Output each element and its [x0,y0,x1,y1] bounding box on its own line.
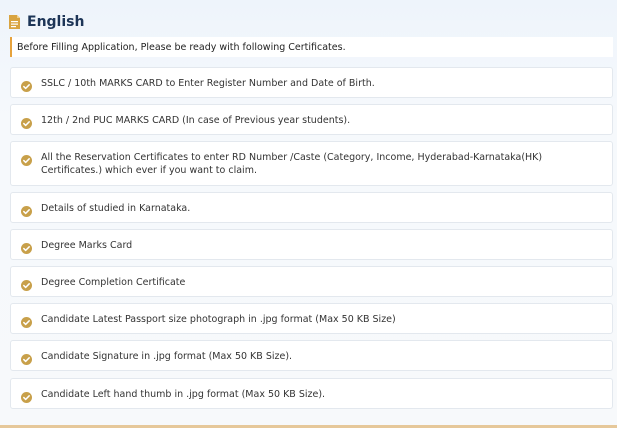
certificate-label: Details of studied in Karnataka. [41,203,191,214]
check-circle-icon [21,202,32,217]
list-item: 12th / 2nd PUC MARKS CARD (In case of Pr… [10,104,613,135]
list-item: SSLC / 10th MARKS CARD to Enter Register… [10,67,613,98]
list-item: Candidate Signature in .jpg format (Max … [10,340,613,371]
certificate-label: Candidate Left hand thumb in .jpg format… [41,389,326,400]
notice-text: Before Filling Application, Please be re… [17,41,346,53]
check-circle-icon [21,313,32,328]
certificate-label: All the Reservation Certificates to ente… [41,152,543,176]
check-circle-icon [21,77,32,92]
list-item: Degree Marks Card [10,229,613,260]
certificate-label: Degree Completion Certificate [41,277,186,288]
language-title: English [27,14,85,30]
check-circle-icon [21,388,32,403]
check-circle-icon [21,276,32,291]
check-circle-icon [21,239,32,254]
list-item: Candidate Left hand thumb in .jpg format… [10,378,613,409]
list-item: Degree Completion Certificate [10,266,613,297]
list-item: All the Reservation Certificates to ente… [10,141,613,186]
certificate-label: Candidate Signature in .jpg format (Max … [41,351,293,362]
check-circle-icon [21,350,32,365]
list-item: Candidate Latest Passport size photograp… [10,303,613,334]
list-item: Details of studied in Karnataka. [10,192,613,223]
certificate-label: 12th / 2nd PUC MARKS CARD (In case of Pr… [41,115,351,126]
certificate-label: Candidate Latest Passport size photograp… [41,314,396,325]
panel-header: English [8,10,84,34]
check-circle-icon [21,114,32,129]
certificate-label: Degree Marks Card [41,240,133,251]
check-circle-icon [21,151,32,166]
certificates-panel: English Before Filling Application, Plea… [0,0,617,428]
certificate-label: SSLC / 10th MARKS CARD to Enter Register… [41,78,375,89]
notice-banner: Before Filling Application, Please be re… [10,37,613,57]
document-icon [8,14,21,30]
